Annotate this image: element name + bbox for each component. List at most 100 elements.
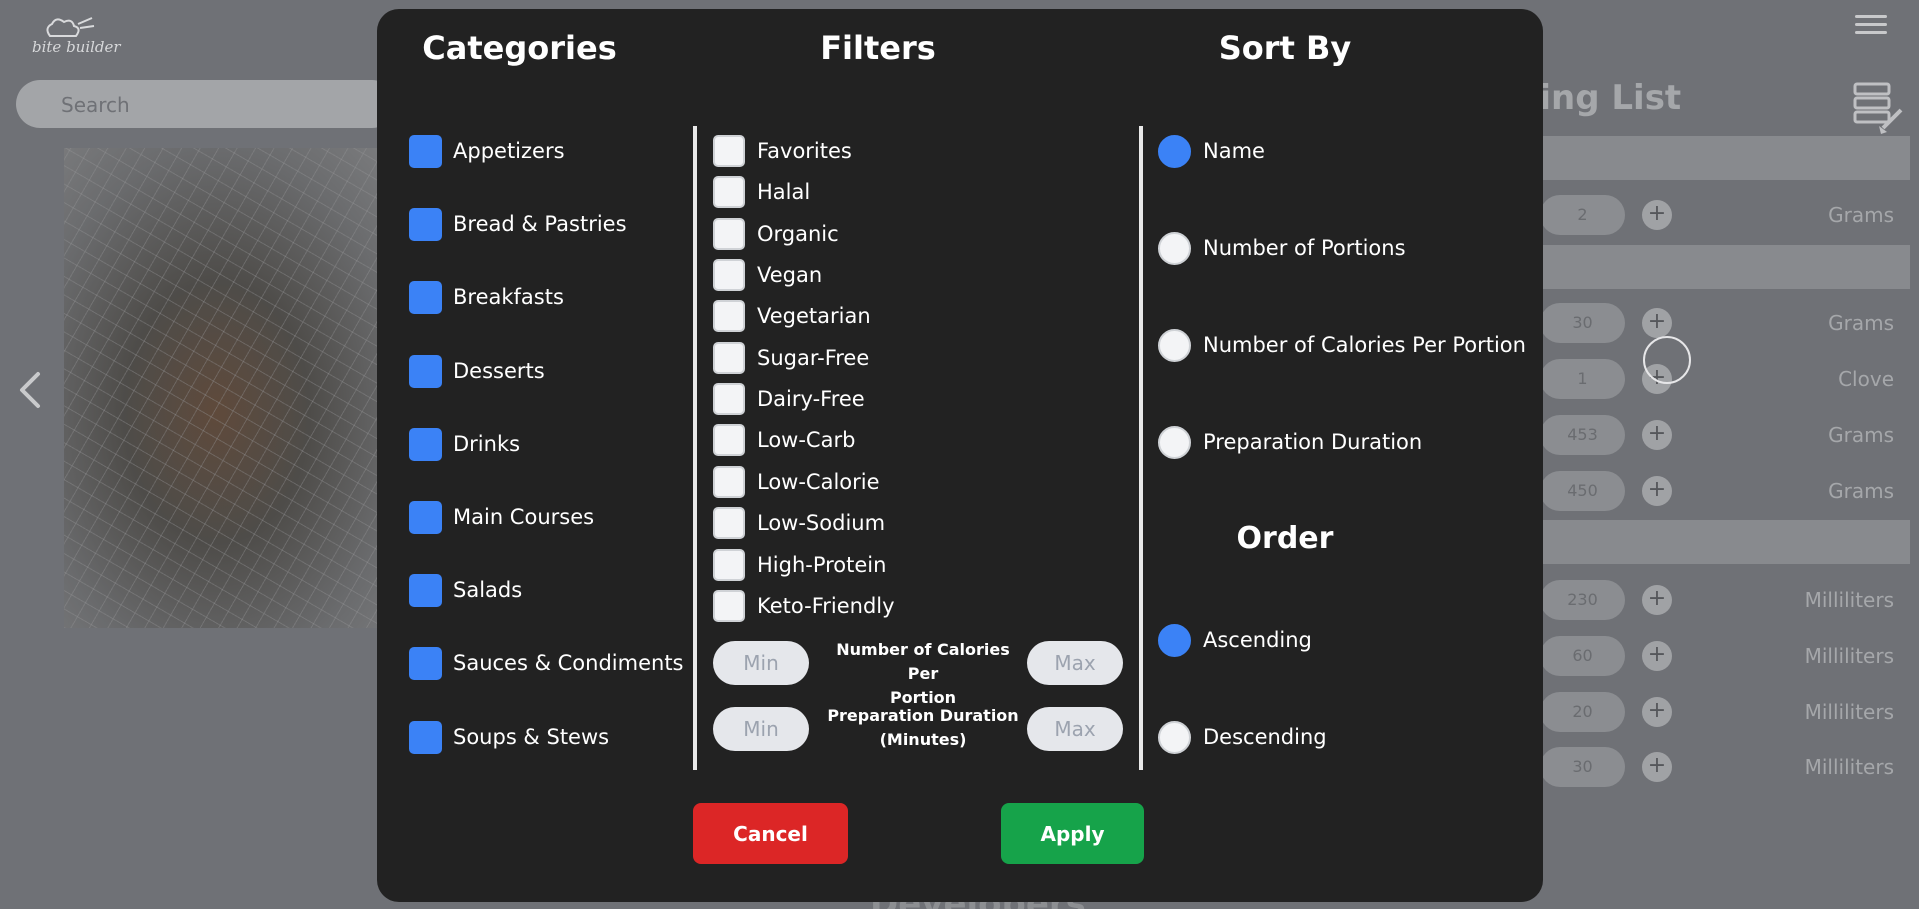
- category-label: Drinks: [453, 432, 521, 456]
- filter-label: Keto-Friendly: [757, 593, 895, 618]
- checkbox-unchecked[interactable]: [713, 175, 745, 208]
- category-drinks[interactable]: Drinks: [409, 427, 520, 461]
- category-bread-pastries[interactable]: Bread & Pastries: [409, 207, 627, 241]
- filter-label: Low-Carb: [757, 427, 856, 452]
- filter-dairy-free[interactable]: Dairy-Free: [713, 382, 865, 415]
- filter-high-protein[interactable]: High-Protein: [713, 548, 886, 581]
- checkbox-checked[interactable]: [409, 354, 442, 388]
- quantity-field[interactable]: 30: [1540, 747, 1625, 787]
- plus-icon[interactable]: +: [1642, 476, 1672, 506]
- cancel-button[interactable]: Cancel: [693, 803, 848, 864]
- sort-option-duration[interactable]: Preparation Duration: [1158, 425, 1422, 459]
- sort-label: Number of Calories Per Portion: [1203, 333, 1526, 357]
- category-soups-stews[interactable]: Soups & Stews: [409, 720, 609, 754]
- unit-label: Grams: [1828, 203, 1894, 227]
- sort-label: Preparation Duration: [1203, 430, 1423, 454]
- checkbox-checked[interactable]: [409, 280, 442, 314]
- filter-organic[interactable]: Organic: [713, 217, 839, 250]
- quantity-field[interactable]: 453: [1540, 415, 1625, 455]
- category-label: Main Courses: [453, 505, 595, 529]
- column-divider: [693, 126, 697, 770]
- checkbox-unchecked[interactable]: [713, 548, 745, 581]
- order-descending[interactable]: Descending: [1158, 720, 1327, 754]
- category-main-courses[interactable]: Main Courses: [409, 500, 594, 534]
- quantity-field[interactable]: 230: [1540, 580, 1625, 620]
- quantity-field[interactable]: 30: [1540, 303, 1625, 343]
- quantity-field[interactable]: 20: [1540, 692, 1625, 732]
- checkbox-unchecked[interactable]: [713, 134, 745, 167]
- duration-min-input[interactable]: [713, 707, 809, 751]
- checkbox-checked[interactable]: [409, 720, 442, 754]
- calories-max-input[interactable]: [1027, 641, 1123, 685]
- filter-keto-friendly[interactable]: Keto-Friendly: [713, 589, 895, 622]
- duration-max-input[interactable]: [1027, 707, 1123, 751]
- checkbox-unchecked[interactable]: [713, 506, 745, 539]
- plus-icon[interactable]: +: [1642, 697, 1672, 727]
- unit-label: Milliliters: [1804, 588, 1894, 612]
- quantity-field[interactable]: 2: [1540, 195, 1625, 235]
- shopping-list-clear-icon[interactable]: [1853, 82, 1905, 134]
- filter-favorites[interactable]: Favorites: [713, 134, 852, 167]
- checkbox-checked[interactable]: [409, 427, 442, 461]
- plus-icon[interactable]: +: [1642, 200, 1672, 230]
- plus-icon[interactable]: +: [1642, 420, 1672, 450]
- checkbox-unchecked[interactable]: [713, 589, 745, 622]
- search-input[interactable]: Search: [16, 80, 396, 128]
- radio-unselected[interactable]: [1158, 425, 1191, 459]
- quantity-field[interactable]: 60: [1540, 636, 1625, 676]
- filter-sugar-free[interactable]: Sugar-Free: [713, 341, 869, 374]
- checkbox-unchecked[interactable]: [713, 465, 745, 498]
- radio-unselected[interactable]: [1158, 720, 1191, 754]
- radio-selected[interactable]: [1158, 134, 1191, 168]
- filter-low-calorie[interactable]: Low-Calorie: [713, 465, 880, 498]
- checkbox-unchecked[interactable]: [713, 382, 745, 415]
- list-item: 20 + Milliliters: [1540, 692, 1910, 732]
- checkbox-unchecked[interactable]: [713, 299, 745, 332]
- quantity-field[interactable]: 1: [1540, 359, 1625, 399]
- filter-label: Organic: [757, 221, 839, 246]
- duration-range-label-line1: Preparation Duration: [827, 706, 1019, 725]
- order-ascending[interactable]: Ascending: [1158, 623, 1312, 657]
- category-appetizers[interactable]: Appetizers: [409, 134, 565, 168]
- order-label: Descending: [1203, 725, 1327, 749]
- checkbox-unchecked[interactable]: [713, 341, 745, 374]
- checkbox-unchecked[interactable]: [713, 258, 745, 291]
- filter-vegan[interactable]: Vegan: [713, 258, 822, 291]
- checkbox-unchecked[interactable]: [713, 423, 745, 456]
- calories-min-input[interactable]: [713, 641, 809, 685]
- sort-option-portions[interactable]: Number of Portions: [1158, 231, 1406, 265]
- checkbox-checked[interactable]: [409, 134, 442, 168]
- checkbox-checked[interactable]: [409, 573, 442, 607]
- plus-icon[interactable]: +: [1642, 585, 1672, 615]
- radio-selected[interactable]: [1158, 623, 1191, 657]
- filter-low-sodium[interactable]: Low-Sodium: [713, 506, 885, 539]
- checkbox-checked[interactable]: [409, 646, 442, 680]
- sort-label: Name: [1203, 139, 1265, 163]
- sort-label: Number of Portions: [1203, 236, 1406, 260]
- unit-label: Grams: [1828, 311, 1894, 335]
- filter-label: Low-Calorie: [757, 469, 880, 494]
- filter-vegetarian[interactable]: Vegetarian: [713, 299, 871, 332]
- filter-halal[interactable]: Halal: [713, 175, 810, 208]
- sort-option-calories[interactable]: Number of Calories Per Portion: [1158, 328, 1526, 362]
- category-salads[interactable]: Salads: [409, 573, 522, 607]
- hamburger-menu-icon[interactable]: [1855, 10, 1887, 42]
- category-label: Salads: [453, 578, 523, 602]
- checkbox-checked[interactable]: [409, 500, 442, 534]
- category-sauces-condiments[interactable]: Sauces & Condiments: [409, 646, 684, 680]
- plus-icon[interactable]: +: [1642, 752, 1672, 782]
- plus-icon[interactable]: +: [1642, 641, 1672, 671]
- category-breakfasts[interactable]: Breakfasts: [409, 280, 564, 314]
- sort-option-name[interactable]: Name: [1158, 134, 1265, 168]
- radio-unselected[interactable]: [1158, 328, 1191, 362]
- plus-icon[interactable]: +: [1642, 308, 1672, 338]
- checkbox-unchecked[interactable]: [713, 217, 745, 250]
- quantity-field[interactable]: 450: [1540, 471, 1625, 511]
- radio-unselected[interactable]: [1158, 231, 1191, 265]
- category-desserts[interactable]: Desserts: [409, 354, 545, 388]
- apply-button[interactable]: Apply: [1001, 803, 1144, 864]
- unit-label: Clove: [1838, 367, 1894, 391]
- checkbox-checked[interactable]: [409, 207, 442, 241]
- filter-low-carb[interactable]: Low-Carb: [713, 423, 855, 456]
- chevron-left-icon[interactable]: [18, 370, 42, 410]
